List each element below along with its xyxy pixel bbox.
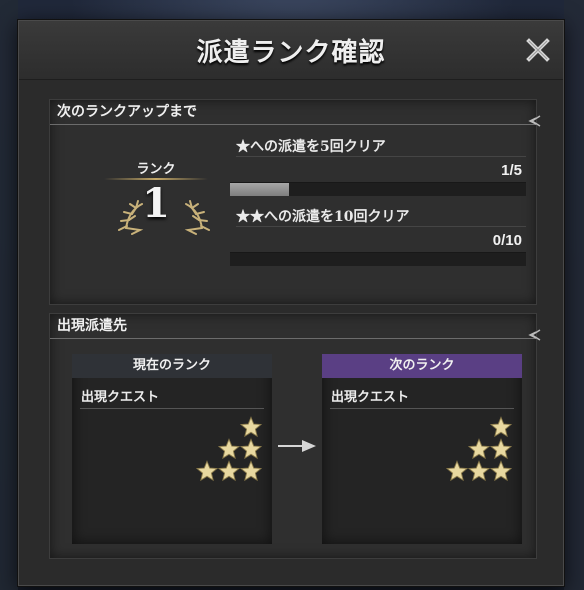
task-2-progress-bar [230, 252, 526, 266]
current-rank-box: 現在のランク 出現クエスト [72, 354, 272, 544]
background-right-strip [564, 0, 584, 590]
next-rankup-header-label: 次のランクアップまで [57, 104, 197, 120]
destinations-header: 出現派遣先 [50, 314, 541, 341]
star-icon [217, 460, 241, 482]
star-icon [489, 438, 513, 460]
star-icon [195, 460, 219, 482]
next-rankup-panel: 次のランクアップまで ランク 1 ★への派遣を5回クリア 1/5 ★★への派遣を… [49, 99, 541, 305]
next-rankup-header: 次のランクアップまで [50, 100, 541, 127]
destinations-panel: 出現派遣先 現在のランク 出現クエスト 次のランク 出現クエスト [49, 313, 541, 559]
close-button[interactable] [525, 37, 551, 63]
close-icon [526, 38, 550, 62]
star-icon [445, 460, 469, 482]
star-icon [489, 460, 513, 482]
background-left-strip [0, 0, 18, 590]
next-rank-title: 次のランク [322, 354, 522, 378]
star-icon [217, 438, 241, 460]
current-rank-quest-separator [80, 408, 264, 409]
line-end-ornament-icon [528, 329, 541, 341]
task-1-progress-bar [230, 182, 526, 196]
star-icon [467, 460, 491, 482]
star-icon [239, 438, 263, 460]
task-2-text: ★★への派遣を10回クリア [236, 209, 410, 225]
rank-label: ランク [136, 162, 176, 177]
task-1-count: 1/5 [501, 162, 522, 179]
task-2-count: 0/10 [492, 232, 522, 249]
next-rank-quest-label: 出現クエスト [331, 390, 410, 405]
laurel-right-icon [184, 200, 210, 235]
rank-value: 1 [142, 180, 170, 227]
task-1-text: ★への派遣を5回クリア [236, 139, 386, 155]
star-icon [239, 416, 263, 438]
next-rank-box: 次のランク 出現クエスト [322, 354, 522, 544]
dialog-title: 派遣ランク確認 [196, 38, 386, 68]
destinations-header-label: 出現派遣先 [57, 318, 127, 334]
star-icon [467, 438, 491, 460]
arrow-right-icon [278, 440, 316, 452]
task-1-separator [236, 156, 526, 157]
dialog-header: 派遣ランク確認 [19, 21, 563, 80]
dispatch-rank-dialog: 派遣ランク確認 次のランクアップまで ランク 1 ★への派遣を5回クリア 1/5… [18, 20, 564, 586]
star-icon [239, 460, 263, 482]
current-rank-quest-label: 出現クエスト [81, 390, 160, 405]
current-rank-title: 現在のランク [72, 354, 272, 378]
task-1-progress-fill [230, 183, 290, 196]
line-end-ornament-icon [528, 115, 541, 127]
next-rank-quest-separator [330, 408, 514, 409]
task-2-separator [236, 226, 526, 227]
star-icon [489, 416, 513, 438]
